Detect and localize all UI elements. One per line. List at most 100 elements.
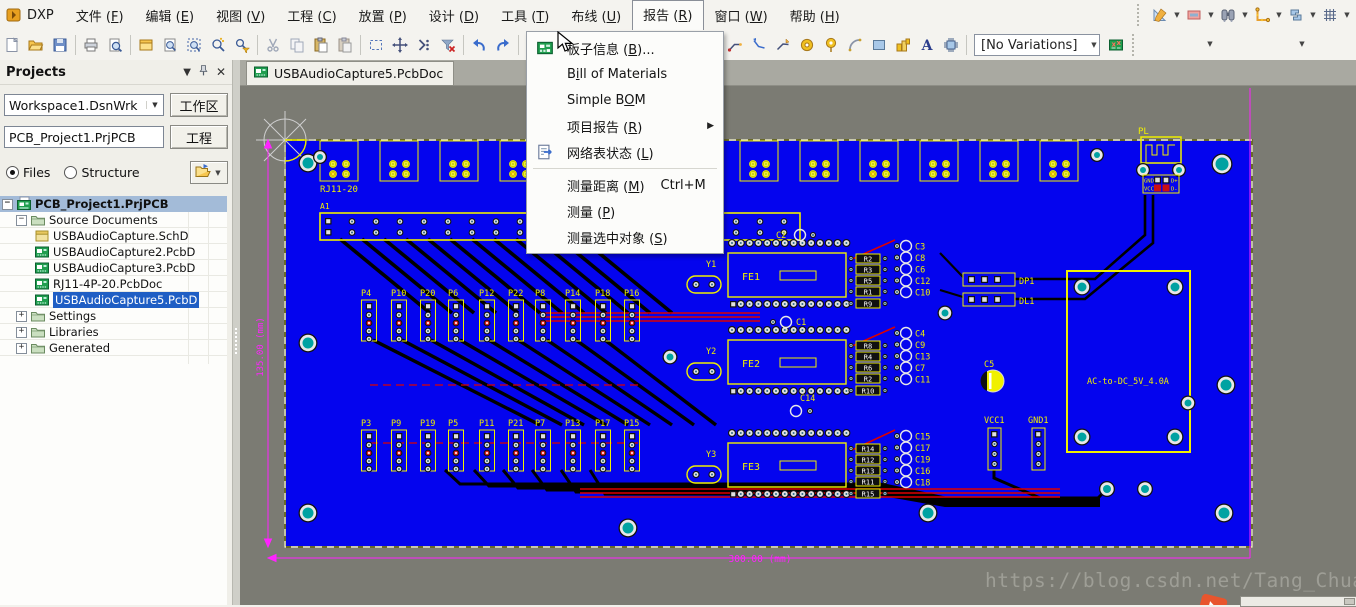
close-panel-icon[interactable]: ✕: [216, 65, 226, 79]
open-document-button[interactable]: ▼: [190, 161, 228, 184]
expand-toggle[interactable]: +: [16, 343, 27, 354]
project-combobox[interactable]: PCB_Project1.PrjPCB: [4, 126, 164, 148]
toolbar-dropdown-caret[interactable]: ▼: [1205, 40, 1215, 48]
tool-zoom-box-button[interactable]: [182, 34, 206, 56]
report-menu-item-1[interactable]: Bill of Materials: [527, 61, 723, 87]
tool-filter-x-button[interactable]: [436, 34, 460, 56]
document-tab[interactable]: USBAudioCapture5.PcbDoc: [246, 61, 454, 85]
report-menu-item-7[interactable]: 测量选中对象 (S): [527, 224, 723, 250]
expand-toggle[interactable]: −: [2, 199, 13, 210]
chevron-down-icon[interactable]: ▼: [1089, 41, 1099, 49]
chevron-down-icon[interactable]: ▼: [1274, 11, 1284, 19]
menu-W[interactable]: 窗口 (W): [704, 1, 779, 30]
tool-ruler-pencil-button[interactable]: [1148, 4, 1172, 26]
tool-variations-button[interactable]: xx: [1104, 34, 1128, 56]
tool-scissors-button[interactable]: [261, 34, 285, 56]
radio-structure[interactable]: Structure: [64, 165, 139, 180]
expand-toggle[interactable]: +: [16, 311, 27, 322]
menu-F[interactable]: 文件 (F): [65, 1, 135, 30]
chevron-down-icon[interactable]: ▼: [146, 101, 163, 109]
tool-binoculars-button[interactable]: [1216, 4, 1240, 26]
radio-files[interactable]: Files: [6, 165, 50, 180]
svg-text:R10: R10: [862, 388, 875, 396]
chevron-down-icon[interactable]: ▼: [1240, 11, 1250, 19]
menu-R[interactable]: 报告 (R): [632, 0, 703, 30]
tool-folder-open-button[interactable]: [24, 34, 48, 56]
tool-chip-button[interactable]: [939, 34, 963, 56]
tool-page-button[interactable]: [0, 34, 24, 56]
chevron-down-icon[interactable]: ▼: [1308, 11, 1318, 19]
report-menu-item-3[interactable]: 项目报告 (R) ▶: [527, 113, 723, 139]
pin-icon[interactable]: [197, 64, 210, 80]
tool-wire1-button[interactable]: [723, 34, 747, 56]
tree-item-USBAudioCapture3.PcbD[interactable]: USBAudioCapture3.PcbD: [0, 260, 227, 276]
tool-zoom-filter-button[interactable]: [230, 34, 254, 56]
chevron-down-icon[interactable]: ▼: [1172, 11, 1182, 19]
tool-zoom-page-button[interactable]: [158, 34, 182, 56]
tool-red-box-button[interactable]: [1182, 4, 1206, 26]
variations-combobox[interactable]: [No Variations] ▼: [974, 34, 1100, 56]
tool-fill-button[interactable]: [867, 34, 891, 56]
menu-U[interactable]: 布线 (U): [560, 1, 632, 30]
report-menu-item-2[interactable]: Simple BOM: [527, 87, 723, 113]
svg-text:R9: R9: [864, 301, 872, 309]
tool-pad-button[interactable]: [795, 34, 819, 56]
tree-item-USBAudioCapture2.PcbD[interactable]: USBAudioCapture2.PcbD: [0, 244, 227, 260]
toolbar-dropdown-caret[interactable]: ▼: [1297, 40, 1307, 48]
s-shape-icon: [1288, 7, 1304, 23]
chevron-down-icon[interactable]: ▼: [1342, 11, 1352, 19]
tool-printer-button[interactable]: [79, 34, 103, 56]
tree-item-Settings[interactable]: +Settings: [0, 308, 227, 324]
report-menu-item-6[interactable]: 测量 (P): [527, 198, 723, 224]
tool-textA-button[interactable]: A: [915, 34, 939, 56]
menu-P[interactable]: 放置 (P): [348, 1, 418, 30]
tool-undo-button[interactable]: [467, 34, 491, 56]
tool-panel-button[interactable]: [134, 34, 158, 56]
pcb-layout-svg[interactable]: 135.00 (mm)300.00 (mm)RJ11-20A1P4P10P20P…: [240, 85, 1356, 605]
project-button[interactable]: 工程: [170, 125, 228, 149]
report-menu-item-5[interactable]: 测量距离 (M) Ctrl+M: [527, 172, 723, 198]
folder-icon: [30, 308, 46, 324]
tool-redo-button[interactable]: [491, 34, 515, 56]
tool-paste-button[interactable]: [309, 34, 333, 56]
tool-dim-L-button[interactable]: [1250, 4, 1274, 26]
tree-item-Source Documents[interactable]: −Source Documents: [0, 212, 227, 228]
tree-item-USBAudioCapture.SchD[interactable]: USBAudioCapture.SchD: [0, 228, 227, 244]
menu-H[interactable]: 帮助 (H): [779, 1, 851, 30]
tree-item-Generated[interactable]: +Generated: [0, 340, 227, 356]
tree-item-PCB_Project1.PrjPCB[interactable]: −PCB_Project1.PrjPCB: [0, 196, 227, 212]
menu-D[interactable]: 设计 (D): [418, 1, 490, 30]
tool-wire3-button[interactable]: [771, 34, 795, 56]
tool-s-shape-button[interactable]: [1284, 4, 1308, 26]
tool-wire2-button[interactable]: [747, 34, 771, 56]
tool-via-button[interactable]: [819, 34, 843, 56]
menu-T[interactable]: 工具 (T): [490, 1, 560, 30]
tool-preview-button[interactable]: [103, 34, 127, 56]
tool-arc-button[interactable]: [843, 34, 867, 56]
menu-C[interactable]: 工程 (C): [276, 1, 347, 30]
tool-move-cross-button[interactable]: [388, 34, 412, 56]
dxp-menu[interactable]: DXP: [0, 2, 65, 28]
menu-E[interactable]: 编辑 (E): [135, 1, 206, 30]
workspace-button[interactable]: 工作区: [170, 93, 228, 117]
tool-align-button[interactable]: [412, 34, 436, 56]
chevron-down-icon[interactable]: ▼: [1206, 11, 1216, 19]
tree-item-RJ11-4P-20.PcbDoc[interactable]: RJ11-4P-20.PcbDoc: [0, 276, 227, 292]
tool-copy-button[interactable]: [285, 34, 309, 56]
workspace-combobox[interactable]: Workspace1.DsnWrk ▼: [4, 94, 164, 116]
panel-menu-icon[interactable]: ▼: [183, 67, 191, 78]
tool-paste2-button[interactable]: [333, 34, 357, 56]
svg-text:R15: R15: [862, 491, 875, 499]
expand-toggle[interactable]: +: [16, 327, 27, 338]
tool-grid-icon-button[interactable]: [1318, 4, 1342, 26]
tool-zoom-dots-button[interactable]: [206, 34, 230, 56]
expand-toggle[interactable]: −: [16, 215, 27, 226]
menu-V[interactable]: 视图 (V): [205, 1, 276, 30]
tool-select-rect-button[interactable]: [364, 34, 388, 56]
report-menu-item-4[interactable]: 网络表状态 (L): [527, 139, 723, 165]
tree-item-Libraries[interactable]: +Libraries: [0, 324, 227, 340]
pcb-canvas[interactable]: 135.00 (mm)300.00 (mm)RJ11-20A1P4P10P20P…: [240, 85, 1356, 605]
tree-item-USBAudioCapture5.PcbD[interactable]: USBAudioCapture5.PcbD: [0, 292, 227, 308]
tool-array-button[interactable]: [891, 34, 915, 56]
tool-floppy-button[interactable]: [48, 34, 72, 56]
